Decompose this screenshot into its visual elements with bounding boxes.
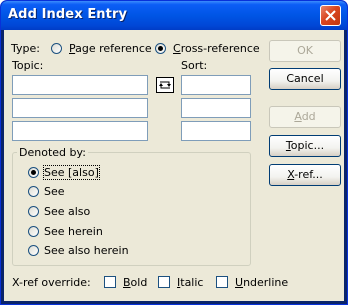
underline-label[interactable]: Underline — [235, 276, 288, 289]
type-page-reference-radio[interactable] — [51, 43, 62, 54]
type-cross-reference-radio[interactable] — [155, 43, 166, 54]
title-bar[interactable]: Add Index Entry — [1, 1, 347, 30]
italic-label[interactable]: Italic — [177, 276, 203, 289]
topic-label: Topic: — [12, 59, 44, 72]
xref-override-label: X-ref override: — [12, 276, 91, 289]
bold-label[interactable]: Bold — [123, 276, 147, 289]
xref-button[interactable]: X-ref... — [269, 164, 341, 186]
type-cross-reference-label[interactable]: Cross-reference — [173, 42, 260, 55]
see-also-label[interactable]: See also — [44, 205, 90, 218]
topic-button[interactable]: Topic... — [269, 135, 341, 157]
add-button[interactable]: Add — [269, 106, 341, 128]
close-icon — [325, 10, 336, 21]
swap-topic-sort-button[interactable] — [156, 77, 174, 93]
see-herein-radio[interactable] — [28, 226, 39, 237]
type-page-reference-label[interactable]: Page reference — [69, 42, 152, 55]
see-radio[interactable] — [28, 186, 39, 197]
topic-field-1[interactable] — [12, 75, 148, 95]
sort-label: Sort: — [181, 59, 208, 72]
dialog-window: Add Index Entry Type: Page reference Cro… — [0, 0, 348, 305]
ok-button[interactable]: OK — [269, 40, 341, 62]
topic-field-2[interactable] — [12, 98, 148, 118]
swap-arrows-icon — [159, 81, 171, 89]
denoted-by-label: Denoted by: — [17, 146, 88, 159]
dialog-body: Type: Page reference Cross-reference Top… — [4, 30, 344, 301]
sort-field-1[interactable] — [181, 75, 251, 95]
close-button[interactable] — [320, 5, 341, 26]
see-also-radio[interactable] — [28, 206, 39, 217]
italic-checkbox[interactable] — [158, 276, 170, 288]
type-label: Type: — [11, 42, 40, 55]
see-also-herein-radio[interactable] — [28, 245, 39, 256]
cancel-button[interactable]: Cancel — [269, 68, 341, 90]
see-also-herein-label[interactable]: See also herein — [44, 244, 129, 257]
see-also-bracket-radio[interactable] — [28, 167, 39, 178]
bold-checkbox[interactable] — [104, 276, 116, 288]
see-also-bracket-label[interactable]: See [also] — [43, 165, 100, 180]
see-label[interactable]: See — [44, 185, 65, 198]
dialog-title: Add Index Entry — [8, 7, 128, 22]
topic-field-3[interactable] — [12, 121, 148, 141]
see-herein-label[interactable]: See herein — [44, 225, 103, 238]
underline-checkbox[interactable] — [216, 276, 228, 288]
sort-field-2[interactable] — [181, 98, 251, 118]
sort-field-3[interactable] — [181, 121, 251, 141]
